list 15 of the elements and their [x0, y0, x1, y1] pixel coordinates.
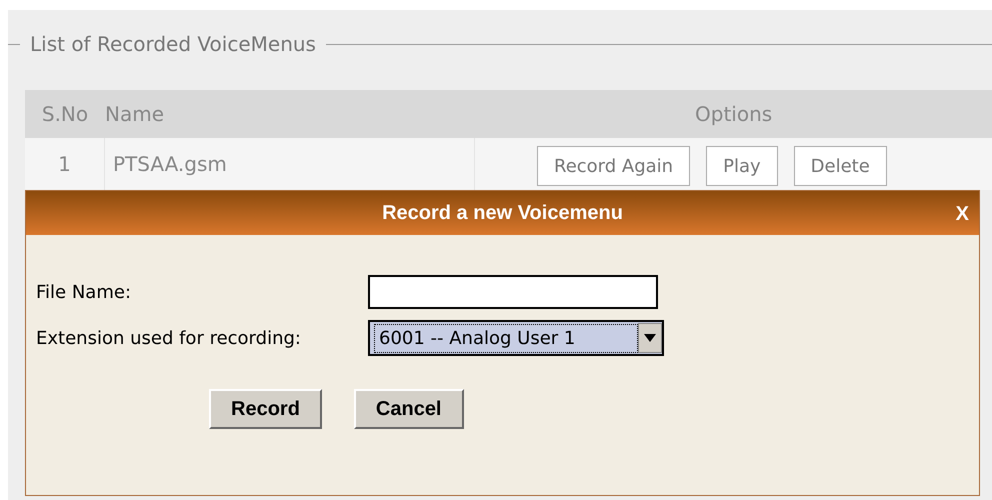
action-button[interactable]: Record Again: [537, 146, 690, 186]
dialog-title: Record a new Voicemenu: [382, 201, 623, 226]
field-label: Extension used for recording:: [36, 326, 302, 350]
column-header: S.No: [40, 101, 90, 128]
dialog-button[interactable]: Cancel: [354, 389, 464, 429]
action-button[interactable]: Delete: [794, 146, 887, 186]
file-name-field[interactable]: [368, 275, 658, 309]
action-button[interactable]: Play: [706, 146, 778, 186]
field-label: File Name:: [36, 280, 132, 304]
section-legend: List of Recorded VoiceMenus: [20, 29, 326, 59]
column-header: Name: [105, 101, 166, 128]
extension-select[interactable]: 6001 -- Analog User 1: [368, 320, 664, 356]
close-button[interactable]: X: [956, 199, 969, 229]
column-header: Options: [695, 101, 772, 128]
dialog-button[interactable]: Record: [209, 389, 322, 429]
